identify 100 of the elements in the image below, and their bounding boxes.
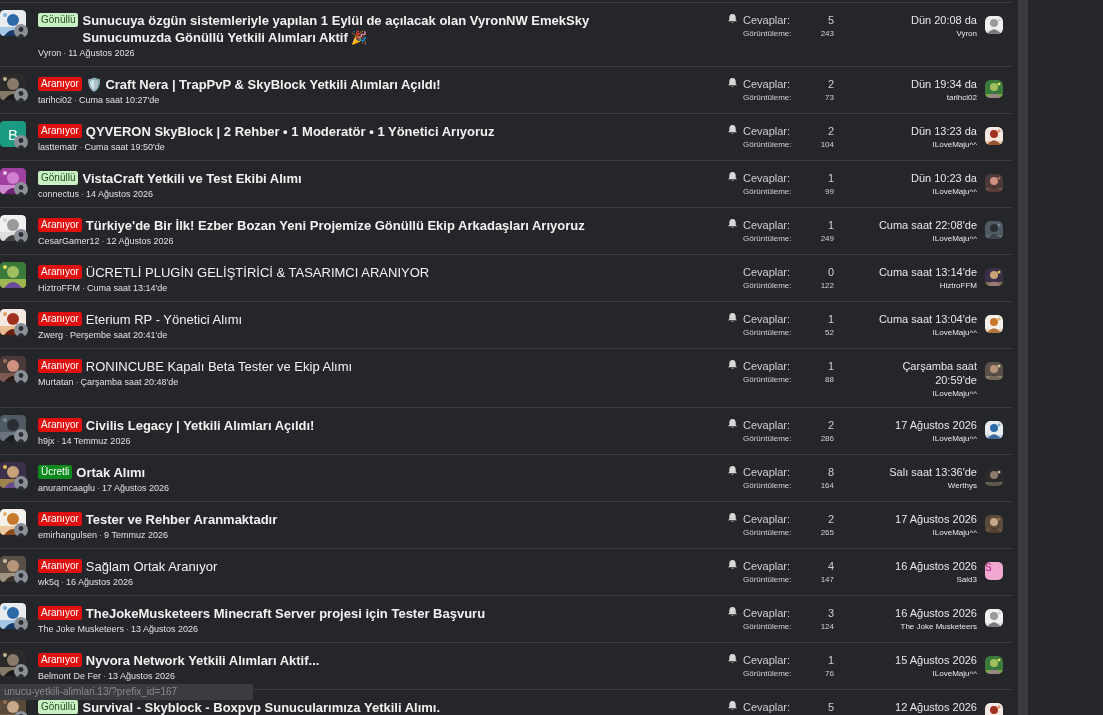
thread-row[interactable]: Aranıyor Tester ve Rehber Aranmaktadır emirhangulsen · 9 Temmuz 2026 Cevaplar: 2 Görüntüleme: 265 17 Ağustos 2026 ILoveMaju^^ [0, 502, 1013, 549]
last-poster-link[interactable]: ILoveMaju^^ [932, 432, 977, 445]
last-poster-link[interactable]: ILoveMaju^^ [932, 138, 977, 151]
thread-title-link[interactable]: Ortak Alımı [76, 464, 146, 481]
last-post-date[interactable]: 12 Ağustos 2026 [895, 700, 977, 714]
last-post-date[interactable]: Dün 13:23 da [910, 124, 977, 138]
prefix-label[interactable]: Aranıyor [38, 653, 82, 667]
thread-title-link[interactable]: Sağlam Ortak Aranıyor [85, 558, 218, 575]
bell-icon[interactable] [727, 559, 738, 570]
bell-icon[interactable] [727, 124, 738, 135]
prefix-label[interactable]: Aranıyor [38, 312, 82, 326]
replies-count: 2 [827, 512, 834, 526]
author-link[interactable]: HiztroFFM [38, 283, 80, 293]
thread-title-link[interactable]: Eterium RP - Yönetici Alımı [85, 311, 243, 328]
last-poster-link[interactable]: ILoveMaju^^ [932, 185, 977, 198]
thread-title-link[interactable]: QYVERON SkyBlock | 2 Rehber • 1 Moderatör • 1 Yönetici Arıyoruz [85, 123, 495, 140]
author-link[interactable]: Murtatan [38, 377, 74, 387]
thread-title-link[interactable]: Tester ve Rehber Aranmaktadır [85, 511, 278, 528]
last-poster-link[interactable]: ILoveMaju^^ [932, 326, 977, 339]
last-poster-link[interactable]: Vyron [956, 27, 977, 40]
thread-title-link[interactable]: Sunucuya özgün sistemleriyle yapılan 1 Eylül de açılacak olan VyronNW EmekSky Sunucumuzda Gönüllü Yetkili Alımları Aktif 🎉 [82, 12, 648, 46]
bell-icon[interactable] [727, 418, 738, 429]
last-poster-link[interactable]: HiztroFFM [939, 279, 977, 292]
bell-icon[interactable] [727, 700, 738, 711]
last-post-date[interactable]: 17 Ağustos 2026 [895, 418, 977, 432]
thread-title-link[interactable]: Türkiye'de Bir İlk! Ezber Bozan Yeni Projemize Gönüllü Ekip Arkadaşları Arıyoruz [85, 217, 585, 234]
last-post-date[interactable]: Salı saat 13:36'de [889, 465, 977, 479]
thread-row[interactable]: Aranıyor RONINCUBE Kapalı Beta Tester ve Ekip Alımı Murtatan · Çarşamba saat 20:48'de Cevaplar: 1 Görüntüleme: 88 Çarşamba saat 20:59'de ILoveMaju^^ [0, 349, 1013, 408]
prefix-label[interactable]: Gönüllü [38, 171, 79, 185]
prefix-label[interactable]: Aranıyor [38, 218, 82, 232]
last-post-date[interactable]: Dün 20:08 da [910, 13, 977, 27]
author-link[interactable]: wk5q [38, 577, 59, 587]
last-post-date[interactable]: 15 Ağustos 2026 [895, 653, 977, 667]
last-post-date[interactable]: Dün 10:23 da [910, 171, 977, 185]
last-poster-link[interactable]: The Joke Musketeers [900, 620, 977, 633]
thread-row[interactable]: Aranıyor Türkiye'de Bir İlk! Ezber Bozan Yeni Projemize Gönüllü Ekip Arkadaşları Arıyoruz CesarGamer12 · 12 Ağustos 2026 Cevaplar: 1 Görüntüleme: 249 Cuma saat 22:08'de ILoveMaju^^ [0, 208, 1013, 255]
bell-icon[interactable] [727, 359, 738, 370]
bell-icon[interactable] [727, 171, 738, 182]
thread-title-link[interactable]: TheJokeMusketeers Minecraft Server projesi için Tester Başvuru [85, 605, 486, 622]
thread-title-link[interactable]: Civilis Legacy | Yetkili Alımları Açıldı! [85, 417, 315, 434]
thread-row[interactable]: Ücretli Ortak Alımı anuramcaaglu · 17 Ağustos 2026 Cevaplar: 8 Görüntüleme: 164 Salı saat 13:36'de Werthys [0, 455, 1013, 502]
last-post-date[interactable]: 17 Ağustos 2026 [895, 512, 977, 526]
author-link[interactable]: Zwerg [38, 330, 63, 340]
prefix-label[interactable]: Ücretli [38, 465, 73, 479]
thread-title-link[interactable]: VistaCraft Yetkili ve Test Ekibi Alımı [82, 170, 302, 187]
author-link[interactable]: connectus [38, 189, 80, 199]
prefix-label[interactable]: Aranıyor [38, 559, 82, 573]
author-link[interactable]: lasttematr [38, 142, 78, 152]
author-link[interactable]: anuramcaaglu [38, 483, 96, 493]
prefix-label[interactable]: Aranıyor [38, 124, 82, 138]
bell-icon[interactable] [727, 606, 738, 617]
last-poster-link[interactable]: tarihci02 [946, 91, 977, 104]
thread-title-link[interactable]: RONINCUBE Kapalı Beta Tester ve Ekip Alımı [85, 358, 353, 375]
start-date: 11 Ağustos 2026 [68, 48, 135, 58]
last-post-date[interactable]: 16 Ağustos 2026 [895, 606, 977, 620]
last-post-date[interactable]: 16 Ağustos 2026 [895, 559, 977, 573]
bell-icon[interactable] [727, 312, 738, 323]
thread-row[interactable]: Aranıyor Sağlam Ortak Aranıyor wk5q · 16 Ağustos 2026 Cevaplar: 4 Görüntüleme: 147 16 Ağustos 2026 Said3 S [0, 549, 1013, 596]
last-poster-link[interactable]: ILoveMaju^^ [932, 387, 977, 400]
prefix-label[interactable]: Gönüllü [38, 700, 79, 714]
author-link[interactable]: CesarGamer12 [38, 236, 100, 246]
thread-title-link[interactable]: ÜCRETLİ PLUGİN GELİŞTİRİCİ & TASARIMCI ARANIYOR [85, 264, 430, 281]
thread-title-link[interactable]: 🛡 Craft Nera | TrapPvP & SkyBlock Yetkili Alımları Açıldı! [85, 76, 441, 93]
bell-icon[interactable] [727, 218, 738, 229]
thread-row[interactable]: Aranıyor 🛡 Craft Nera | TrapPvP & SkyBlock Yetkili Alımları Açıldı! tarihci02 · Cuma saat 10:27'de Cevaplar: 2 Görüntüleme: 73 Dün 19:34 da tarihci02 [0, 67, 1013, 114]
last-post-date[interactable]: Dün 19:34 da [910, 77, 977, 91]
prefix-label[interactable]: Aranıyor [38, 418, 82, 432]
prefix-label[interactable]: Aranıyor [38, 265, 82, 279]
prefix-label[interactable]: Aranıyor [38, 359, 82, 373]
last-post-date[interactable]: Çarşamba saat 20:59'de [873, 359, 977, 387]
author-link[interactable]: tarihci02 [38, 95, 73, 105]
last-poster-link[interactable]: ILoveMaju^^ [932, 667, 977, 680]
bell-icon[interactable] [727, 512, 738, 523]
thread-row[interactable]: Aranıyor Civilis Legacy | Yetkili Alımları Açıldı! h9jx · 14 Temmuz 2026 Cevaplar: 2 Görüntüleme: 286 17 Ağustos 2026 ILoveMaju^^ [0, 408, 1013, 455]
thread-row[interactable]: Aranıyor Eterium RP - Yönetici Alımı Zwerg · Perşembe saat 20:41'de Cevaplar: 1 Görüntüleme: 52 Cuma saat 13:04'de ILoveMaju^^ [0, 302, 1013, 349]
bell-icon[interactable] [727, 465, 738, 476]
thread-title-link[interactable]: Survival - Skyblock - Boxpvp Sunucularımıza Yetkili Alımı. [82, 699, 441, 715]
last-post-date[interactable]: Cuma saat 22:08'de [878, 218, 977, 232]
author-link[interactable]: The Joke Musketeers [38, 624, 125, 634]
author-link[interactable]: h9jx [38, 436, 55, 446]
prefix-label[interactable]: Gönüllü [38, 13, 79, 27]
prefix-label[interactable]: Aranıyor [38, 77, 82, 91]
thread-row[interactable]: Aranıyor TheJokeMusketeers Minecraft Server projesi için Tester Başvuru The Joke Musketeers · 13 Ağustos 2026 Cevaplar: 3 Görüntüleme: 124 16 Ağustos 2026 The Joke Musketeers [0, 596, 1013, 643]
last-poster-link[interactable]: ILoveMaju^^ [932, 232, 977, 245]
thread-title-link[interactable]: Nyvora Network Yetkili Alımları Aktif... [85, 652, 320, 669]
prefix-label[interactable]: Aranıyor [38, 512, 82, 526]
last-post-date[interactable]: Cuma saat 13:04'de [878, 312, 977, 326]
last-poster-link[interactable]: Said3 [956, 573, 977, 586]
last-poster-link[interactable]: Werthys [947, 479, 977, 492]
bell-icon[interactable] [727, 653, 738, 664]
prefix-label[interactable]: Aranıyor [38, 606, 82, 620]
author-link[interactable]: emirhangulsen [38, 530, 98, 540]
thread-row[interactable]: Aranıyor ÜCRETLİ PLUGİN GELİŞTİRİCİ & TASARIMCI ARANIYOR HiztroFFM · Cuma saat 13:14'de Cevaplar: 0 Görüntüleme: 122 Cuma saat 13:14'de HiztroFFM [0, 255, 1013, 302]
last-post-date[interactable]: Cuma saat 13:14'de [878, 265, 977, 279]
bell-icon[interactable] [727, 77, 738, 88]
last-poster-link[interactable]: ILoveMaju^^ [932, 526, 977, 539]
bell-icon[interactable] [727, 13, 738, 24]
author-link[interactable]: Vyron [38, 48, 62, 58]
thread-row[interactable]: Gönüllü VistaCraft Yetkili ve Test Ekibi Alımı connectus · 14 Ağustos 2026 Cevaplar: 1 Görüntüleme: 99 Dün 10:23 da ILoveMaju^^ [0, 161, 1013, 208]
author-link[interactable]: Belmont De Fer [38, 671, 102, 681]
